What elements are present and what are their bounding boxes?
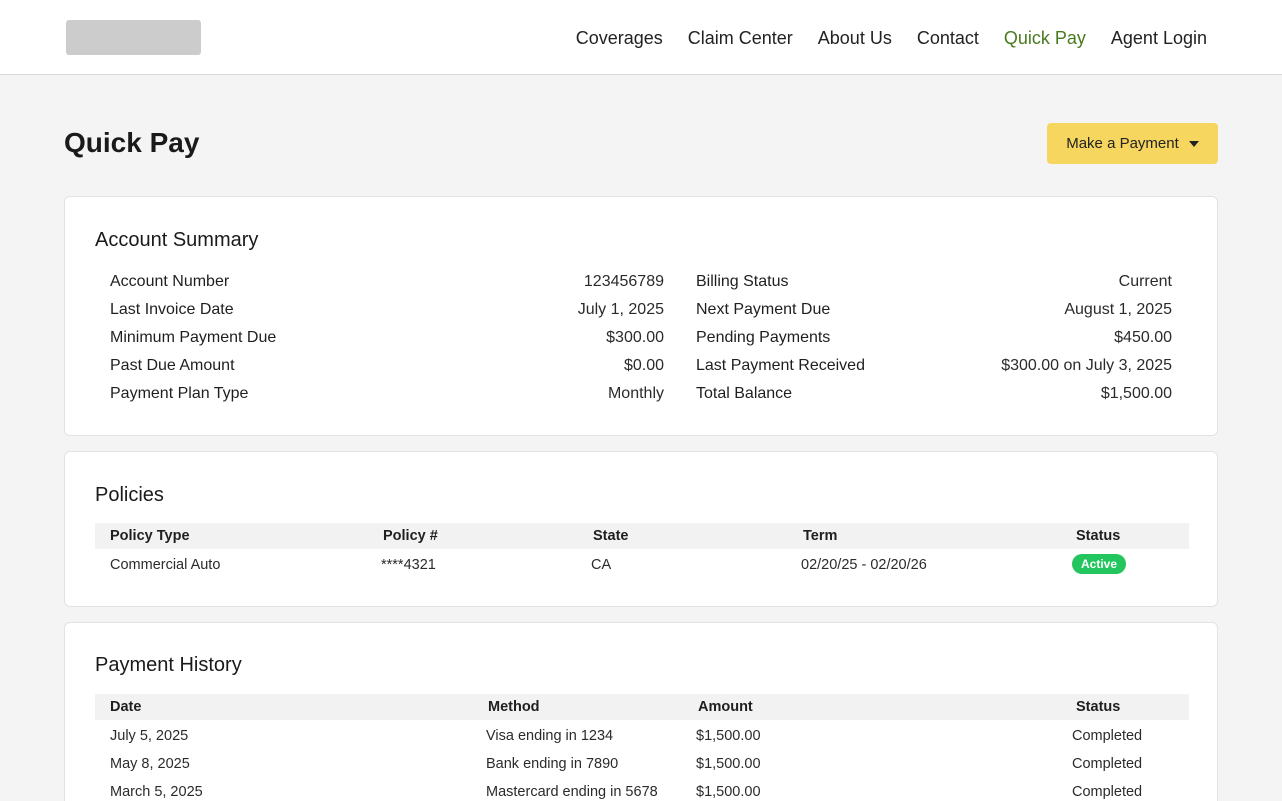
column-header-date: Date [110,699,142,715]
payment-history-table-header: Date Method Amount Status [95,694,1189,720]
payment-date-cell: May 8, 2025 [110,756,190,772]
summary-value-past-due-amount: $0.00 [623,357,664,374]
summary-label-minimum-payment-due: Minimum Payment Due [110,329,277,346]
summary-value-next-payment-due: August 1, 2025 [1064,301,1172,318]
summary-value-last-payment-received: $300.00 on July 3, 2025 [1001,357,1172,374]
column-header-policy-type: Policy Type [110,528,190,544]
payment-amount-cell: $1,500.00 [696,756,761,772]
account-summary-title: Account Summary [95,229,259,251]
payment-method-cell: Bank ending in 7890 [486,756,619,772]
summary-value-last-invoice-date: July 1, 2025 [577,301,664,318]
caret-down-icon [1188,140,1199,147]
summary-label-pending-payments: Pending Payments [696,329,831,346]
summary-label-total-balance: Total Balance [696,385,793,402]
policies-card: Policies Policy Type Policy # State Term… [64,451,1218,607]
payment-history-title: Payment History [95,654,242,676]
summary-label-past-due-amount: Past Due Amount [110,357,235,374]
summary-label-last-payment-received: Last Payment Received [696,357,865,374]
make-payment-label: Make a Payment [1066,135,1179,152]
payment-status-cell: Completed [1072,784,1143,800]
policies-title: Policies [95,484,164,506]
nav-agent-login[interactable]: Agent Login [1111,27,1207,49]
payment-status-cell: Completed [1072,728,1143,744]
summary-label-last-invoice-date: Last Invoice Date [110,301,234,318]
policy-state-cell: CA [591,557,612,573]
summary-label-next-payment-due: Next Payment Due [696,301,831,318]
column-header-amount: Amount [698,699,753,715]
summary-value-total-balance: $1,500.00 [1100,385,1172,402]
payment-method-cell: Visa ending in 1234 [486,728,614,744]
nav-quick-pay[interactable]: Quick Pay [1004,27,1086,49]
make-payment-button[interactable]: Make a Payment [1047,123,1218,164]
nav-claim-center[interactable]: Claim Center [688,27,793,49]
policy-term-cell: 02/20/25 - 02/20/26 [801,557,927,573]
summary-label-payment-plan-type: Payment Plan Type [110,385,249,402]
policy-number-cell: ****4321 [381,557,436,573]
payment-date-cell: July 5, 2025 [110,728,189,744]
payment-amount-cell: $1,500.00 [696,784,761,800]
column-header-status: Status [1076,528,1121,544]
summary-value-pending-payments: $450.00 [1114,329,1172,346]
policy-type-cell: Commercial Auto [110,557,221,573]
status-badge: Active [1072,554,1127,574]
nav-coverages[interactable]: Coverages [576,27,663,49]
payment-amount-cell: $1,500.00 [696,728,761,744]
page-title: Quick Pay [64,127,200,158]
summary-value-billing-status: Current [1118,273,1172,290]
column-header-term: Term [803,528,838,544]
payment-history-card: Payment History Date Method Amount Statu… [64,622,1218,801]
summary-value-account-number: 123456789 [583,273,664,290]
policies-table-header: Policy Type Policy # State Term Status [95,523,1189,549]
payment-method-cell: Mastercard ending in 5678 [486,784,658,800]
summary-value-payment-plan-type: Monthly [607,385,664,402]
column-header-state: State [593,528,629,544]
payment-date-cell: March 5, 2025 [110,784,203,800]
top-navigation-bar: Coverages Claim Center About Us Contact … [0,0,1282,75]
summary-label-billing-status: Billing Status [696,273,789,290]
company-logo-placeholder[interactable] [66,20,201,55]
summary-label-account-number: Account Number [110,273,230,290]
nav-about-us[interactable]: About Us [818,27,892,49]
main-nav: Coverages Claim Center About Us Contact … [576,27,1207,49]
column-header-method: Method [488,699,540,715]
payment-status-cell: Completed [1072,756,1143,772]
nav-contact[interactable]: Contact [917,27,979,49]
column-header-policy-number: Policy # [383,528,438,544]
summary-value-minimum-payment-due: $300.00 [606,329,664,346]
column-header-status: Status [1076,699,1121,715]
account-summary-card: Account Summary Account Number 123456789… [64,196,1218,436]
